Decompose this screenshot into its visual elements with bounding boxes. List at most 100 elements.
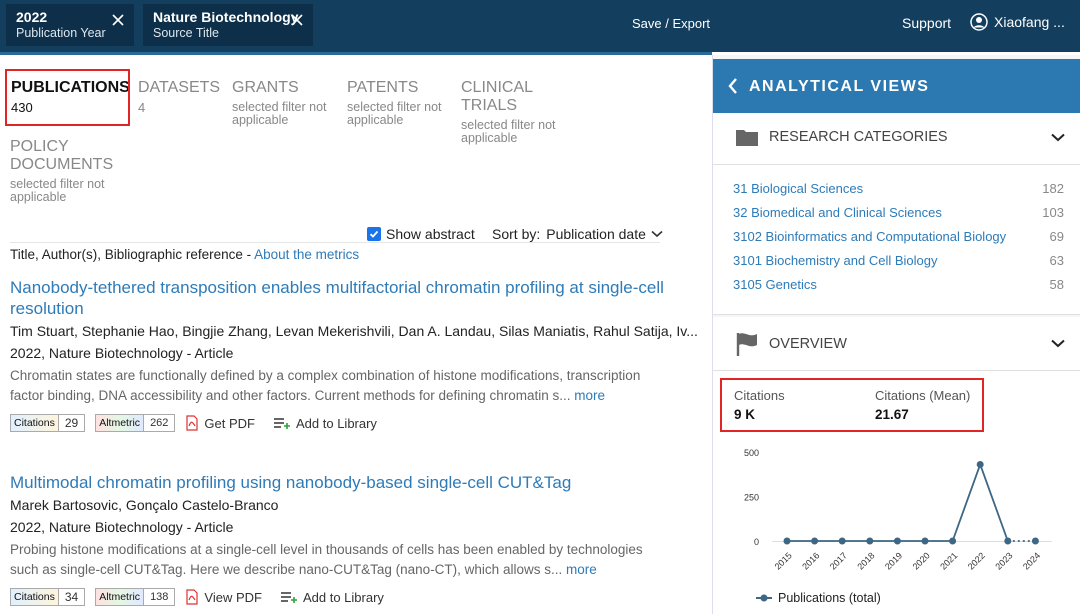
y-tick-label: 250 [744,493,759,503]
x-tick-label: 2019 [883,550,904,571]
citations-badge[interactable]: Citations 29 [10,414,86,432]
tab-count: selected filter not applicable [10,177,105,204]
x-tick-label: 2023 [993,550,1014,571]
badge-label: Citations [11,415,58,431]
more-link[interactable]: more [566,562,597,577]
category-name: 3101 Biochemistry and Cell Biology [733,253,938,268]
chevron-down-icon[interactable] [1051,133,1065,142]
check-icon [369,230,379,238]
add-to-library-button[interactable]: Add to Library [280,590,384,605]
close-icon[interactable] [290,13,304,27]
topbar-divider [0,52,712,55]
tab-title: GRANTS [232,79,299,96]
column-description: Title, Author(s), Bibliographic referenc… [10,247,359,262]
category-item[interactable]: 3105 Genetics 58 [733,277,1064,292]
category-name: 31 Biological Sciences [733,181,864,196]
publication-item: Nanobody-tethered transposition enables … [10,277,698,432]
tab-count: selected filter not applicable [232,100,327,127]
sort-dropdown[interactable]: Sort by: Publication date [492,226,663,242]
x-tick-label: 2015 [773,550,794,571]
filter-chip-source[interactable]: Nature Biotechnology Source Title [143,4,313,46]
chevron-down-icon[interactable] [1051,339,1065,348]
publication-title-link[interactable]: Nanobody-tethered transposition enables … [10,277,670,319]
x-tick-label: 2021 [938,550,959,571]
add-to-library-button[interactable]: Add to Library [273,416,377,431]
abstract-text: Chromatin states are functionally define… [10,368,641,403]
category-count: 182 [1042,181,1064,196]
data-point [893,537,901,545]
legend-marker [756,594,772,602]
pdf-label: View PDF [204,589,262,605]
badge-label: Citations [11,589,58,605]
sort-label: Sort by: [492,226,541,242]
x-tick-label: 2020 [911,550,932,571]
data-point [838,537,846,545]
panel-title: ANALYTICAL VIEWS [749,78,930,95]
data-point [811,537,819,545]
tab-title: PATENTS [347,79,419,96]
user-name: Xiaofang ... [994,14,1065,30]
citations-badge[interactable]: Citations 34 [10,588,86,606]
save-export-button[interactable]: Save / Export [632,16,710,31]
publication-source: 2022, Nature Biotechnology - Article [10,519,234,535]
user-menu[interactable]: Xiaofang ... [970,13,1065,31]
filter-chip-year[interactable]: 2022 Publication Year [6,4,134,46]
tab-title: CLINICAL TRIALS [461,79,533,114]
publication-authors: Tim Stuart, Stephanie Hao, Bingjie Zhang… [10,323,698,339]
tab-clinical-trials[interactable]: CLINICAL TRIALS selected filter not appl… [461,79,591,145]
category-count: 103 [1042,205,1064,220]
x-tick-label: 2018 [855,550,876,571]
data-point [783,537,791,545]
research-categories-list: 31 Biological Sciences 182 32 Biomedical … [713,165,1080,315]
category-count: 69 [1049,229,1064,244]
pdf-button[interactable]: Get PDF [185,415,255,431]
category-item[interactable]: 3101 Biochemistry and Cell Biology 63 [733,253,1064,268]
category-item[interactable]: 32 Biomedical and Clinical Sciences 103 [733,205,1064,220]
altmetric-badge[interactable]: Altmetric 262 [95,414,176,432]
category-count: 63 [1049,253,1064,268]
pdf-label: Get PDF [204,415,255,431]
chart-legend: Publications (total) [755,591,881,605]
highlight-box-overview [720,378,984,432]
tab-title: POLICY DOCUMENTS [10,138,114,173]
chevron-down-icon [651,230,663,238]
tab-patents[interactable]: PATENTS selected filter not applicable [347,79,452,127]
chevron-left-icon[interactable] [727,77,739,95]
folder-icon [736,130,758,146]
publication-abstract: Chromatin states are functionally define… [10,366,660,406]
pdf-button[interactable]: View PDF [185,589,262,605]
tab-policy-documents[interactable]: POLICY DOCUMENTS selected filter not app… [10,138,170,204]
more-link[interactable]: more [574,388,605,403]
tab-grants[interactable]: GRANTS selected filter not applicable [232,79,337,127]
close-icon[interactable] [111,13,125,27]
x-tick-label: 2016 [800,550,821,571]
section-title: RESEARCH CATEGORIES [769,129,948,145]
support-link[interactable]: Support [902,15,951,31]
checkbox-checked[interactable] [367,227,381,241]
tab-datasets[interactable]: DATASETS 4 [138,79,220,115]
publication-item: Multimodal chromatin profiling using nan… [10,472,670,606]
badge-count: 138 [143,589,174,605]
show-abstract-toggle[interactable]: Show abstract [367,226,475,242]
flag-icon [736,333,757,356]
publication-title-link[interactable]: Multimodal chromatin profiling using nan… [10,472,670,493]
section-title: OVERVIEW [769,336,847,352]
about-metrics-link[interactable]: About the metrics [254,247,359,262]
data-point [976,460,984,468]
panel-header[interactable]: ANALYTICAL VIEWS [713,59,1080,113]
overview-header[interactable]: OVERVIEW [713,317,1080,371]
category-item[interactable]: 3102 Bioinformatics and Computational Bi… [733,229,1064,244]
top-bar: 2022 Publication Year Nature Biotechnolo… [0,0,1080,52]
data-point [949,537,957,545]
altmetric-badge[interactable]: Altmetric 138 [95,588,176,606]
badge-label: Altmetric [96,589,144,605]
badge-count: 262 [143,415,174,431]
badge-count: 29 [57,415,84,431]
add-to-library-icon [280,592,297,603]
section-heading: OVERVIEW [735,331,847,357]
category-item[interactable]: 31 Biological Sciences 182 [733,181,1064,196]
badge-label: Altmetric [96,415,144,431]
research-categories-header[interactable]: RESEARCH CATEGORIES [713,113,1080,165]
highlight-box-publications [5,69,130,126]
data-point [1004,537,1012,545]
